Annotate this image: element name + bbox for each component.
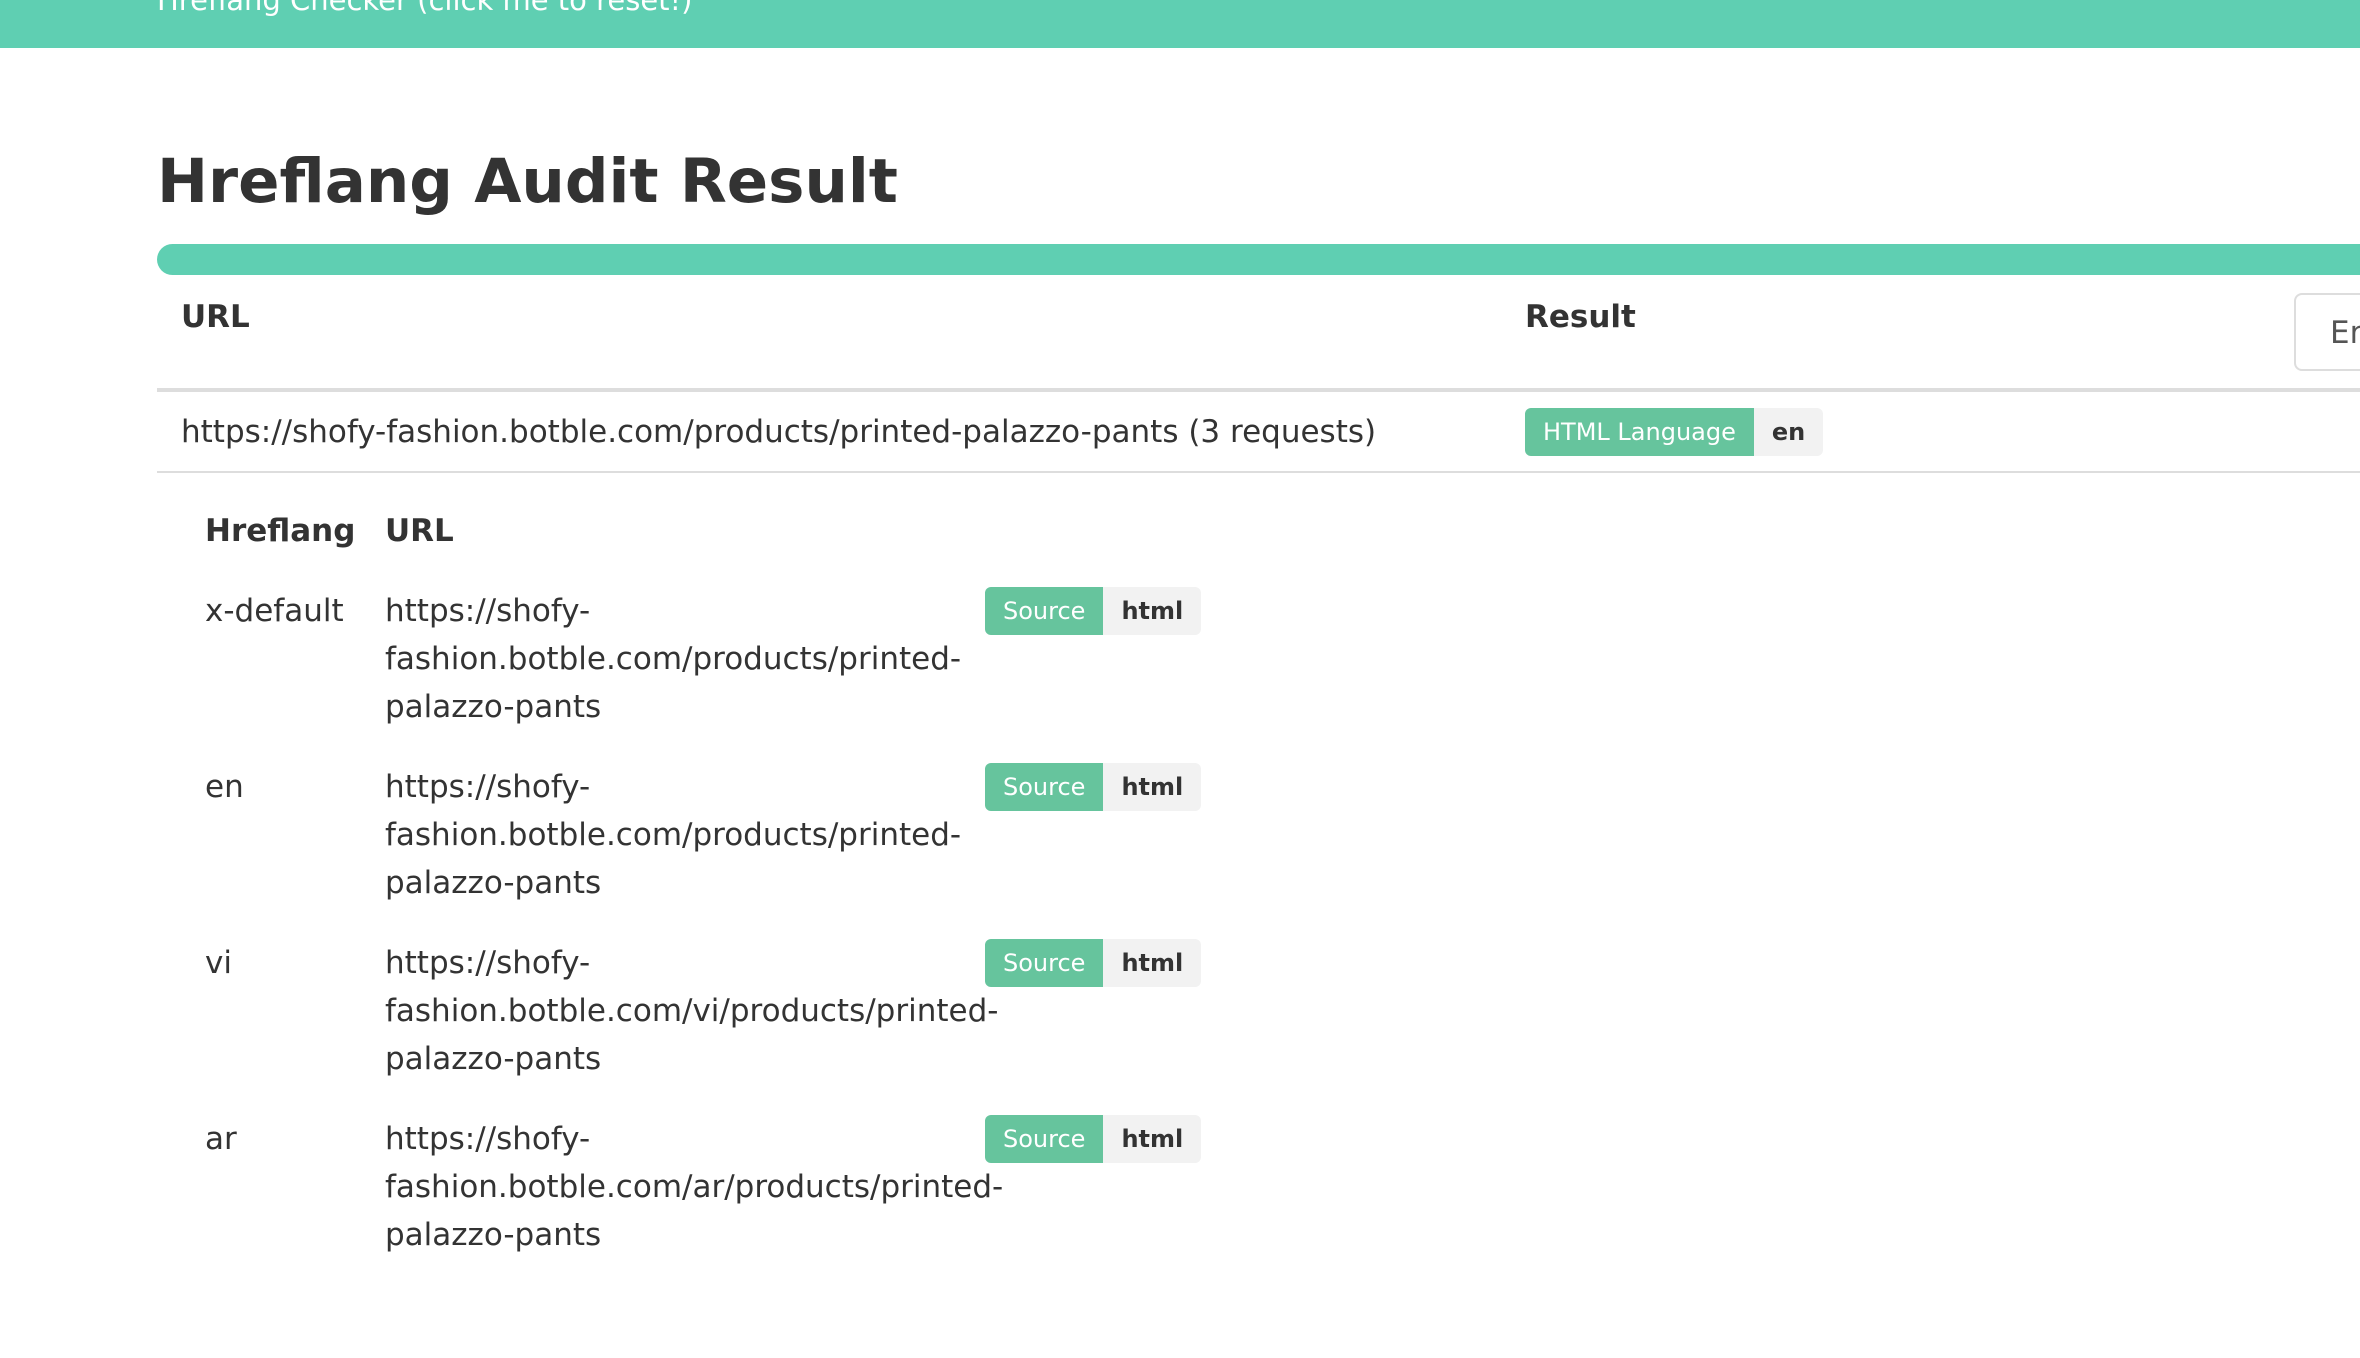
hreflang-code: en bbox=[205, 769, 244, 805]
hreflang-url: https://shofy- fashion.botble.com/vi/pro… bbox=[385, 939, 999, 1083]
row-divider bbox=[157, 471, 2360, 473]
hreflang-url-line: fashion.botble.com/products/printed- bbox=[385, 641, 962, 677]
column-header-url: URL bbox=[181, 299, 250, 335]
hreflang-url: https://shofy- fashion.botble.com/ar/pro… bbox=[385, 1115, 1004, 1259]
source-value: html bbox=[1103, 1115, 1202, 1163]
header-divider bbox=[157, 388, 2360, 392]
subheader-hreflang: Hreflang bbox=[205, 513, 356, 549]
progress-bar bbox=[157, 244, 2360, 275]
source-label: Source bbox=[985, 939, 1104, 987]
hreflang-url-line: palazzo-pants bbox=[385, 1041, 602, 1077]
source-label: Source bbox=[985, 763, 1104, 811]
hreflang-url-line: fashion.botble.com/vi/products/printed- bbox=[385, 993, 999, 1029]
hreflang-code: vi bbox=[205, 945, 232, 981]
hreflang-url-line: https://shofy- bbox=[385, 593, 591, 629]
html-language-value: en bbox=[1753, 408, 1824, 456]
top-bar: Hreflang Checker (click me to reset!) bbox=[0, 0, 2360, 48]
hreflang-row: en https://shofy- fashion.botble.com/pro… bbox=[0, 763, 2360, 933]
hreflang-url-line: fashion.botble.com/products/printed- bbox=[385, 817, 962, 853]
hreflang-url: https://shofy- fashion.botble.com/produc… bbox=[385, 587, 975, 731]
hreflang-url-line: palazzo-pants bbox=[385, 1217, 602, 1253]
source-badge: Source html bbox=[985, 1115, 1202, 1163]
hreflang-row: x-default https://shofy- fashion.botble.… bbox=[0, 587, 2360, 757]
filter-input[interactable]: Er bbox=[2294, 293, 2360, 371]
hreflang-row: vi https://shofy- fashion.botble.com/vi/… bbox=[0, 939, 2360, 1109]
column-header-result: Result bbox=[1525, 299, 1636, 335]
source-badge: Source html bbox=[985, 587, 1202, 635]
source-label: Source bbox=[985, 1115, 1104, 1163]
filter-input-text: Er bbox=[2330, 315, 2360, 351]
hreflang-code: x-default bbox=[205, 593, 344, 629]
source-badge: Source html bbox=[985, 763, 1202, 811]
hreflang-url-line: fashion.botble.com/ar/products/printed- bbox=[385, 1169, 1004, 1205]
page-title: Hreflang Audit Result bbox=[157, 146, 898, 217]
source-label: Source bbox=[985, 587, 1104, 635]
reset-link[interactable]: Hreflang Checker (click me to reset!) bbox=[157, 0, 693, 20]
audited-url: https://shofy-fashion.botble.com/product… bbox=[181, 414, 1377, 450]
hreflang-url-line: https://shofy- bbox=[385, 1121, 591, 1157]
subheader-url: URL bbox=[385, 513, 454, 549]
hreflang-url-line: palazzo-pants bbox=[385, 865, 602, 901]
html-language-label: HTML Language bbox=[1525, 408, 1754, 456]
source-value: html bbox=[1103, 763, 1202, 811]
hreflang-url-line: https://shofy- bbox=[385, 769, 591, 805]
html-language-badge: HTML Language en bbox=[1525, 408, 1824, 456]
hreflang-url-line: palazzo-pants bbox=[385, 689, 602, 725]
source-value: html bbox=[1103, 587, 1202, 635]
hreflang-url: https://shofy- fashion.botble.com/produc… bbox=[385, 763, 975, 907]
source-value: html bbox=[1103, 939, 1202, 987]
hreflang-url-line: https://shofy- bbox=[385, 945, 591, 981]
hreflang-code: ar bbox=[205, 1121, 237, 1157]
source-badge: Source html bbox=[985, 939, 1202, 987]
hreflang-row: ar https://shofy- fashion.botble.com/ar/… bbox=[0, 1115, 2360, 1285]
